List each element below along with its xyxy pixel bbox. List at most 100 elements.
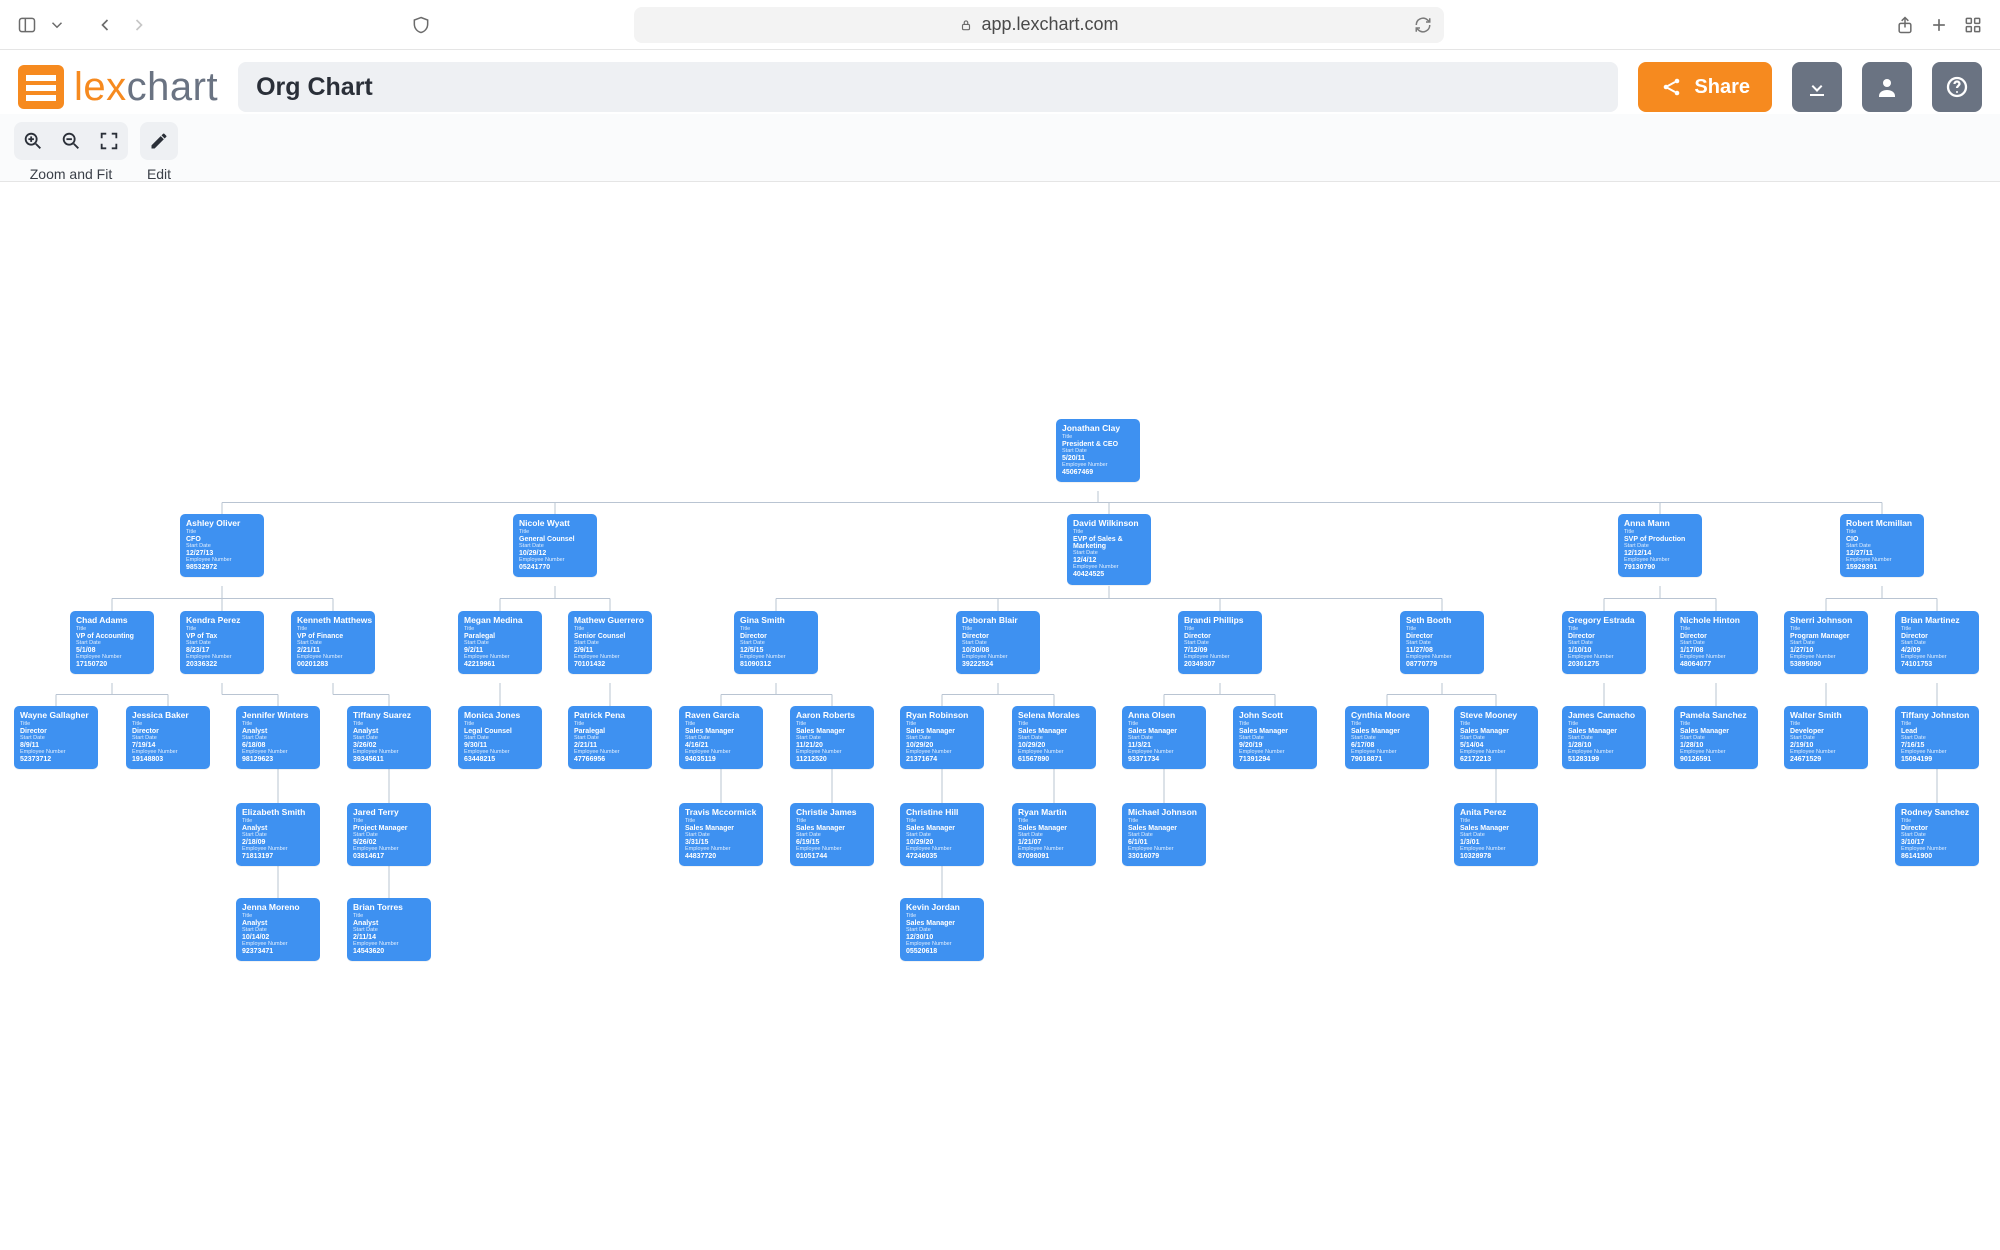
node-name: Jessica Baker xyxy=(132,711,204,720)
node-name: Jennifer Winters xyxy=(242,711,314,720)
share-button[interactable]: Share xyxy=(1638,62,1772,112)
edit-label: Edit xyxy=(147,166,171,182)
app-header: lexchart Org Chart Share xyxy=(0,50,2000,114)
org-node[interactable]: Christine HillTitleSales ManagerStart Da… xyxy=(900,803,984,866)
node-name: Robert Mcmillan xyxy=(1846,519,1918,528)
org-node[interactable]: Michael JohnsonTitleSales ManagerStart D… xyxy=(1122,803,1206,866)
org-node[interactable]: Christie JamesTitleSales ManagerStart Da… xyxy=(790,803,874,866)
chevron-down-icon[interactable] xyxy=(48,12,66,38)
node-name: Christie James xyxy=(796,808,868,817)
node-name: Sherri Johnson xyxy=(1790,616,1862,625)
org-node[interactable]: Pamela SanchezTitleSales ManagerStart Da… xyxy=(1674,706,1758,769)
sidebar-toggle-icon[interactable] xyxy=(14,12,40,38)
node-name: Walter Smith xyxy=(1790,711,1862,720)
org-node[interactable]: Brian MartinezTitleDirectorStart Date4/2… xyxy=(1895,611,1979,674)
org-node[interactable]: Megan MedinaTitleParalegalStart Date9/2/… xyxy=(458,611,542,674)
org-node[interactable]: Cynthia MooreTitleSales ManagerStart Dat… xyxy=(1345,706,1429,769)
share-system-icon[interactable] xyxy=(1892,12,1918,38)
node-name: Travis Mccormick xyxy=(685,808,757,817)
node-name: Michael Johnson xyxy=(1128,808,1200,817)
tabs-grid-icon[interactable] xyxy=(1960,12,1986,38)
node-name: Brandi Phillips xyxy=(1184,616,1256,625)
org-node[interactable]: Kenneth MatthewsTitleVP of FinanceStart … xyxy=(291,611,375,674)
address-bar[interactable]: app.lexchart.com xyxy=(634,7,1444,43)
org-node[interactable]: Jared TerryTitleProject ManagerStart Dat… xyxy=(347,803,431,866)
org-node[interactable]: Chad AdamsTitleVP of AccountingStart Dat… xyxy=(70,611,154,674)
chart-title-input[interactable]: Org Chart xyxy=(238,62,1618,112)
account-button[interactable] xyxy=(1862,62,1912,112)
org-node[interactable]: Seth BoothTitleDirectorStart Date11/27/0… xyxy=(1400,611,1484,674)
org-node[interactable]: Wayne GallagherTitleDirectorStart Date8/… xyxy=(14,706,98,769)
edit-button[interactable] xyxy=(140,122,178,160)
zoom-group: Zoom and Fit xyxy=(14,122,128,182)
org-node[interactable]: Kendra PerezTitleVP of TaxStart Date8/23… xyxy=(180,611,264,674)
node-name: Jared Terry xyxy=(353,808,425,817)
org-node[interactable]: Deborah BlairTitleDirectorStart Date10/3… xyxy=(956,611,1040,674)
org-node[interactable]: James CamachoTitleSales ManagerStart Dat… xyxy=(1562,706,1646,769)
zoom-label: Zoom and Fit xyxy=(30,166,112,182)
org-node[interactable]: Gina SmithTitleDirectorStart Date12/5/15… xyxy=(734,611,818,674)
help-button[interactable] xyxy=(1932,62,1982,112)
org-node[interactable]: Jonathan ClayTitlePresident & CEOStart D… xyxy=(1056,419,1140,482)
node-name: Rodney Sanchez xyxy=(1901,808,1973,817)
org-node[interactable]: Ryan RobinsonTitleSales ManagerStart Dat… xyxy=(900,706,984,769)
org-node[interactable]: Travis MccormickTitleSales ManagerStart … xyxy=(679,803,763,866)
org-node[interactable]: Sherri JohnsonTitleProgram ManagerStart … xyxy=(1784,611,1868,674)
org-node[interactable]: Gregory EstradaTitleDirectorStart Date1/… xyxy=(1562,611,1646,674)
org-node[interactable]: Tiffany SuarezTitleAnalystStart Date3/26… xyxy=(347,706,431,769)
org-node[interactable]: Ashley OliverTitleCFOStart Date12/27/13E… xyxy=(180,514,264,577)
org-node[interactable]: Anna MannTitleSVP of ProductionStart Dat… xyxy=(1618,514,1702,577)
node-name: Gina Smith xyxy=(740,616,812,625)
zoom-out-button[interactable] xyxy=(52,122,90,160)
org-node[interactable]: Jennifer WintersTitleAnalystStart Date6/… xyxy=(236,706,320,769)
node-name: Tiffany Johnston xyxy=(1901,711,1973,720)
node-name: Aaron Roberts xyxy=(796,711,868,720)
app-logo[interactable]: lexchart xyxy=(18,65,218,110)
org-node[interactable]: Jenna MorenoTitleAnalystStart Date10/14/… xyxy=(236,898,320,961)
node-name: Brian Martinez xyxy=(1901,616,1973,625)
org-node[interactable]: Raven GarciaTitleSales ManagerStart Date… xyxy=(679,706,763,769)
org-node[interactable]: Mathew GuerreroTitleSenior CounselStart … xyxy=(568,611,652,674)
org-node[interactable]: Nicole WyattTitleGeneral CounselStart Da… xyxy=(513,514,597,577)
node-name: Nicole Wyatt xyxy=(519,519,591,528)
org-node[interactable]: Kevin JordanTitleSales ManagerStart Date… xyxy=(900,898,984,961)
refresh-icon[interactable] xyxy=(1414,16,1432,34)
chart-canvas[interactable]: Jonathan ClayTitlePresident & CEOStart D… xyxy=(0,182,2000,1250)
node-name: Steve Mooney xyxy=(1460,711,1532,720)
share-icon xyxy=(1660,75,1684,99)
shield-icon[interactable] xyxy=(408,12,434,38)
org-node[interactable]: Patrick PenaTitleParalegalStart Date2/21… xyxy=(568,706,652,769)
node-name: David Wilkinson xyxy=(1073,519,1145,528)
org-node[interactable]: David WilkinsonTitleEVP of Sales & Marke… xyxy=(1067,514,1151,585)
download-button[interactable] xyxy=(1792,62,1842,112)
org-node[interactable]: Brandi PhillipsTitleDirectorStart Date7/… xyxy=(1178,611,1262,674)
org-node[interactable]: Walter SmithTitleDeveloperStart Date2/19… xyxy=(1784,706,1868,769)
org-node[interactable]: Monica JonesTitleLegal CounselStart Date… xyxy=(458,706,542,769)
edit-group: Edit xyxy=(140,122,178,182)
back-icon[interactable] xyxy=(92,12,118,38)
org-node[interactable]: John ScottTitleSales ManagerStart Date9/… xyxy=(1233,706,1317,769)
node-name: Mathew Guerrero xyxy=(574,616,646,625)
org-node[interactable]: Selena MoralesTitleSales ManagerStart Da… xyxy=(1012,706,1096,769)
new-tab-icon[interactable] xyxy=(1926,12,1952,38)
node-name: Tiffany Suarez xyxy=(353,711,425,720)
node-name: Anna Olsen xyxy=(1128,711,1200,720)
zoom-in-button[interactable] xyxy=(14,122,52,160)
forward-icon[interactable] xyxy=(126,12,152,38)
org-node[interactable]: Elizabeth SmithTitleAnalystStart Date2/1… xyxy=(236,803,320,866)
share-label: Share xyxy=(1694,76,1750,99)
org-node[interactable]: Rodney SanchezTitleDirectorStart Date3/1… xyxy=(1895,803,1979,866)
org-node[interactable]: Anna OlsenTitleSales ManagerStart Date11… xyxy=(1122,706,1206,769)
org-node[interactable]: Ryan MartinTitleSales ManagerStart Date1… xyxy=(1012,803,1096,866)
org-node[interactable]: Jessica BakerTitleDirectorStart Date7/19… xyxy=(126,706,210,769)
org-node[interactable]: Robert McmillanTitleCIOStart Date12/27/1… xyxy=(1840,514,1924,577)
node-name: Patrick Pena xyxy=(574,711,646,720)
org-node[interactable]: Nichole HintonTitleDirectorStart Date1/1… xyxy=(1674,611,1758,674)
fit-button[interactable] xyxy=(90,122,128,160)
org-node[interactable]: Steve MooneyTitleSales ManagerStart Date… xyxy=(1454,706,1538,769)
org-node[interactable]: Tiffany JohnstonTitleLeadStart Date7/16/… xyxy=(1895,706,1979,769)
org-node[interactable]: Aaron RobertsTitleSales ManagerStart Dat… xyxy=(790,706,874,769)
org-node[interactable]: Anita PerezTitleSales ManagerStart Date1… xyxy=(1454,803,1538,866)
org-node[interactable]: Brian TorresTitleAnalystStart Date2/11/1… xyxy=(347,898,431,961)
browser-toolbar: app.lexchart.com xyxy=(0,0,2000,50)
